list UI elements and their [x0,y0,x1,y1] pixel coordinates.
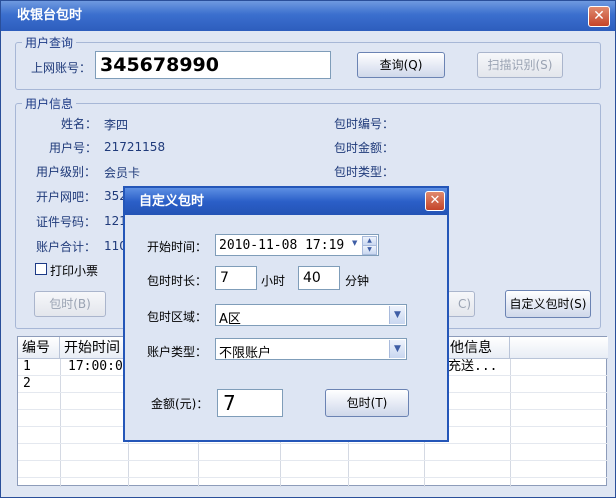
account-input[interactable]: 345678990 [95,51,331,79]
info-label: 用户号： [49,141,98,155]
start-time-value: 2010-11-08 17:19 [219,238,345,253]
info-label: 包时编号： [334,117,395,131]
account-type-select[interactable]: 不限账户 ▼ [215,338,407,361]
pack-button[interactable]: 包时(B) [34,291,106,317]
area-select[interactable]: A区 ▼ [215,304,407,327]
scan-button[interactable]: 扫描识别(S) [477,52,563,78]
dialog-title: 自定义包时 [125,188,447,215]
info-label: 包时金额： [334,141,395,155]
hidden-button[interactable]: C) [447,291,475,317]
amount-label: 金额(元)： [151,397,209,411]
area-label: 包时区域： [147,310,208,324]
info-label: 账户合计： [36,240,97,254]
info-value: 21721158 [104,140,166,154]
custom-pack-button[interactable]: 自定义包时(S) [505,290,591,318]
table-row [18,461,608,478]
info-group-legend: 用户信息 [25,97,74,111]
row-info: 充送... [448,359,498,374]
column-header[interactable]: 他信息 [446,337,510,359]
custom-pack-dialog: 自定义包时 ✕ 开始时间： 2010-11-08 17:19 ▼ ▲ ▼ 包时时… [123,186,449,442]
minutes-unit: 分钟 [345,274,370,288]
chevron-down-icon[interactable]: ▼ [389,306,405,324]
row-id: 2 [23,376,31,391]
hours-unit: 小时 [261,274,286,288]
table-row [18,444,608,461]
info-label: 开户网吧： [36,190,97,204]
account-type-label: 账户类型： [147,345,208,359]
query-group-legend: 用户查询 [25,36,74,50]
account-label: 上网账号： [31,61,92,75]
chevron-down-icon[interactable]: ▼ [389,340,405,358]
window-title: 收银台包时 [1,1,615,31]
print-label: 打印小票 [50,264,99,278]
print-checkbox[interactable] [35,263,47,275]
start-time-label: 开始时间： [147,240,208,254]
dropdown-small-icon: ▼ [352,239,358,247]
minutes-input[interactable]: 40 [298,266,340,290]
info-label: 用户级别： [36,165,97,179]
account-type-value: 不限账户 [219,346,272,361]
column-header [510,337,608,359]
info-value: 会员卡 [104,166,141,180]
start-time-picker[interactable]: 2010-11-08 17:19 ▼ ▲ ▼ [215,234,379,256]
area-value: A区 [219,312,241,327]
amount-input[interactable]: 7 [217,389,283,417]
info-value: 李四 [104,118,129,132]
spin-down-icon[interactable]: ▼ [362,245,377,255]
hours-input[interactable]: 7 [215,266,257,290]
row-start: 17:00:0 [68,359,123,374]
dialog-close-button[interactable]: ✕ [425,191,445,211]
row-id: 1 [23,359,31,374]
info-label: 证件号码： [36,215,97,229]
info-label: 姓名： [61,117,98,131]
dialog-pack-button[interactable]: 包时(T) [325,389,409,417]
info-label: 包时类型： [334,165,395,179]
column-header[interactable]: 编号 [18,337,60,359]
window-close-button[interactable]: ✕ [588,6,610,27]
query-button[interactable]: 查询(Q) [357,52,445,78]
duration-label: 包时时长： [147,274,208,288]
